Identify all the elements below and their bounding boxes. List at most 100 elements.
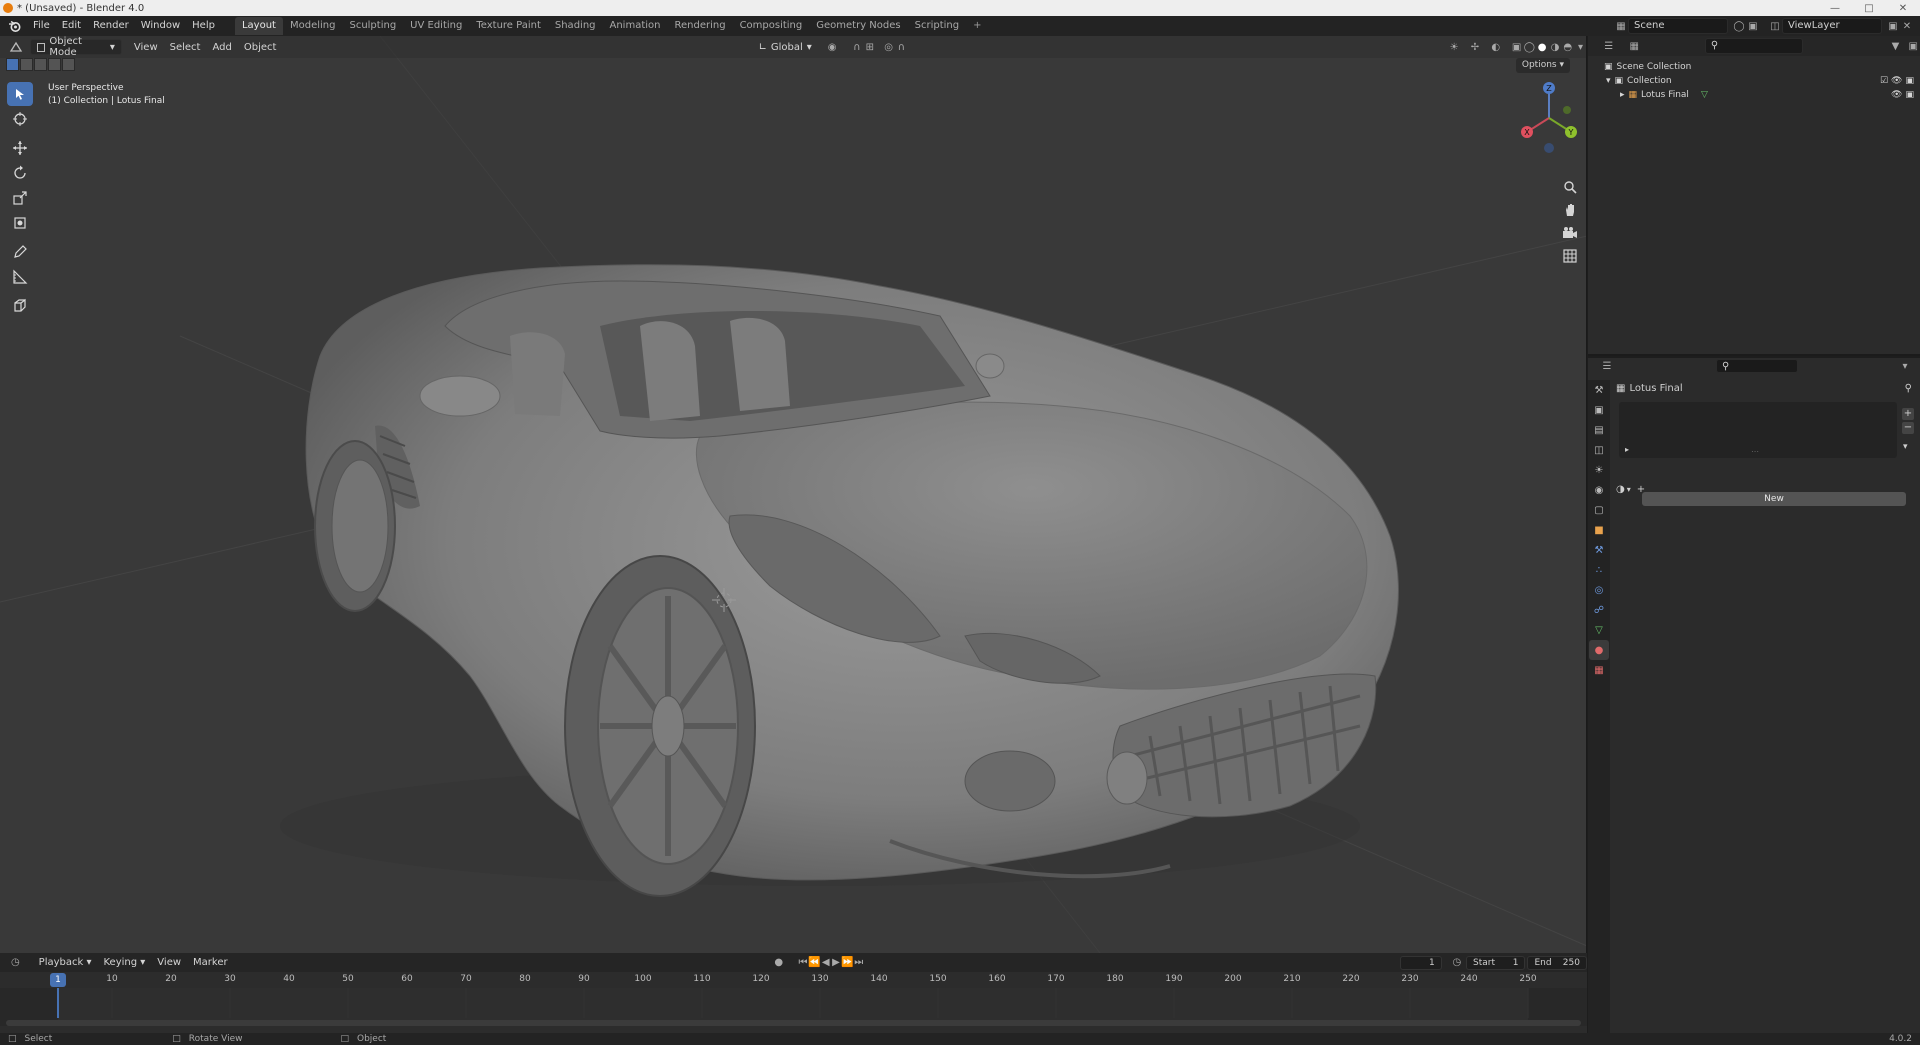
menu-timeline-view[interactable]: View: [151, 955, 187, 971]
pivot-point-icon[interactable]: ◉: [826, 40, 839, 54]
tab-layout[interactable]: Layout: [234, 17, 283, 35]
current-frame-field[interactable]: 1: [1399, 955, 1442, 970]
3d-viewport[interactable]: Object Mode ▾ View Select Add Object ∟ G…: [0, 36, 1587, 953]
snap-icon[interactable]: ∩: [851, 40, 864, 54]
gizmo-neg-y-axis[interactable]: [1563, 106, 1571, 114]
outliner-row-collection[interactable]: ▾ ▣ Collection ☑ 👁 ▣: [1588, 74, 1920, 88]
new-collection-icon[interactable]: ▣: [1906, 39, 1920, 53]
properties-editor-type-icon[interactable]: ☰: [1596, 359, 1618, 373]
auto-keying-record-icon[interactable]: ●: [774, 956, 784, 970]
tab-texture-paint[interactable]: Texture Paint: [469, 17, 548, 35]
menu-add[interactable]: Add: [206, 39, 237, 55]
jump-end-icon[interactable]: ⏭: [854, 956, 864, 970]
jump-start-icon[interactable]: ⏮: [798, 956, 808, 970]
select-new-icon[interactable]: [6, 58, 19, 71]
playhead-frame-indicator[interactable]: 1: [50, 973, 66, 987]
gizmo-neg-z-axis[interactable]: [1544, 143, 1554, 153]
end-frame-field[interactable]: End 250: [1527, 955, 1587, 970]
exclude-checkbox-icon[interactable]: ☑: [1880, 76, 1888, 86]
menu-view[interactable]: View: [128, 39, 164, 55]
object-tab-icon[interactable]: ■: [1589, 520, 1609, 540]
modifier-tab-icon[interactable]: ⚒: [1589, 540, 1609, 560]
close-button[interactable]: ✕: [1886, 0, 1920, 16]
zoom-view-icon[interactable]: [1559, 176, 1581, 198]
tab-scripting[interactable]: Scripting: [908, 17, 966, 35]
timeline-ruler[interactable]: 1 10 20 30 40 50 60 70 80 90 100 110 120…: [0, 972, 1587, 988]
menu-edit[interactable]: Edit: [56, 16, 87, 36]
add-cube-tool[interactable]: [7, 294, 33, 318]
remove-material-slot-icon[interactable]: −: [1902, 422, 1914, 434]
move-tool[interactable]: [7, 136, 33, 160]
menu-render[interactable]: Render: [87, 16, 135, 36]
menu-file[interactable]: File: [27, 16, 56, 36]
view-object-types-icon[interactable]: ☀: [1448, 40, 1461, 54]
select-invert-icon[interactable]: [48, 58, 61, 71]
expand-chevron-icon[interactable]: ▸: [1620, 90, 1625, 100]
shading-rendered-icon[interactable]: ◓: [1561, 40, 1574, 54]
remove-view-layer-icon[interactable]: ✕: [1900, 19, 1914, 33]
shading-wireframe-icon[interactable]: ◯: [1523, 40, 1536, 54]
menu-help[interactable]: Help: [186, 16, 221, 36]
select-box-tool[interactable]: [7, 82, 33, 106]
data-tab-icon[interactable]: ▽: [1589, 620, 1609, 640]
snap-target-icon[interactable]: ⊞: [863, 40, 876, 54]
tab-compositing[interactable]: Compositing: [733, 17, 810, 35]
timeline-scrollbar[interactable]: [6, 1020, 1581, 1026]
maximize-button[interactable]: □: [1852, 0, 1886, 16]
measure-tool[interactable]: [7, 265, 33, 289]
pin-icon[interactable]: ⚲: [1905, 383, 1912, 394]
cursor-tool[interactable]: [7, 107, 33, 131]
new-material-button[interactable]: New: [1642, 492, 1906, 506]
pin-scene-icon[interactable]: ◯: [1732, 19, 1746, 33]
options-button[interactable]: Options ▾: [1515, 58, 1570, 73]
overlay-toggle-icon[interactable]: ◐: [1489, 40, 1502, 54]
play-reverse-icon[interactable]: ◀: [821, 956, 831, 970]
outliner-row-lotus-final[interactable]: ▸ ▦ Lotus Final ▽ 👁 ▣: [1588, 88, 1920, 102]
mesh-data-triangle-icon[interactable]: ▽: [1701, 90, 1708, 100]
list-resize-grip-icon[interactable]: ⋯: [1751, 447, 1759, 456]
xray-toggle-icon[interactable]: ▣: [1510, 40, 1523, 54]
scene-selector[interactable]: Scene: [1628, 18, 1728, 34]
gizmo-toggle-icon[interactable]: ✢: [1469, 40, 1482, 54]
particles-tab-icon[interactable]: ∴: [1589, 560, 1609, 580]
visibility-eye-icon[interactable]: 👁: [1891, 76, 1902, 86]
tab-geometry-nodes[interactable]: Geometry Nodes: [809, 17, 907, 35]
tab-modeling[interactable]: Modeling: [283, 17, 343, 35]
expand-chevron-icon[interactable]: ▾: [1606, 76, 1611, 86]
constraints-tab-icon[interactable]: ☍: [1589, 600, 1609, 620]
menu-window[interactable]: Window: [135, 16, 186, 36]
world-tab-icon[interactable]: ◉: [1589, 480, 1609, 500]
annotate-tool[interactable]: [7, 240, 33, 264]
material-slot-list[interactable]: ▸ ⋯: [1619, 402, 1897, 458]
mode-selector[interactable]: Object Mode ▾: [30, 36, 122, 58]
outliner-search-input[interactable]: ⚲: [1704, 38, 1803, 54]
render-camera-icon[interactable]: ▣: [1905, 90, 1914, 100]
car-model[interactable]: [280, 264, 1399, 897]
view-layer-tab-icon[interactable]: ◫: [1589, 440, 1609, 460]
jump-keyframe-forward-icon[interactable]: ⏩: [841, 956, 853, 970]
properties-search-input[interactable]: ⚲: [1716, 359, 1798, 373]
viewport-scene[interactable]: [0, 36, 1587, 953]
orthographic-toggle-icon[interactable]: [1559, 245, 1581, 267]
menu-object[interactable]: Object: [238, 39, 283, 55]
preview-range-clock-icon[interactable]: ◷: [1452, 956, 1462, 970]
proportional-edit-icon[interactable]: ◎: [882, 40, 895, 54]
output-tab-icon[interactable]: ▤: [1589, 420, 1609, 440]
outliner-editor-type-icon[interactable]: ☰: [1598, 39, 1619, 53]
view-layer-selector[interactable]: ViewLayer: [1782, 18, 1882, 34]
view-layer-icon[interactable]: ◫: [1768, 19, 1782, 33]
jump-keyframe-back-icon[interactable]: ⏪: [808, 956, 820, 970]
material-tab-icon[interactable]: ●: [1589, 640, 1609, 660]
physics-tab-icon[interactable]: ◎: [1589, 580, 1609, 600]
shading-options-chevron-icon[interactable]: ▾: [1574, 40, 1586, 54]
blender-logo-icon[interactable]: [7, 19, 21, 33]
pan-view-icon[interactable]: [1559, 199, 1581, 221]
menu-playback[interactable]: Playback ▾: [33, 955, 98, 971]
texture-tab-icon[interactable]: ▦: [1589, 660, 1609, 680]
tab-rendering[interactable]: Rendering: [667, 17, 732, 35]
render-tab-icon[interactable]: ▣: [1589, 400, 1609, 420]
render-camera-icon[interactable]: ▣: [1905, 76, 1914, 86]
visibility-eye-icon[interactable]: 👁: [1891, 90, 1902, 100]
add-material-slot-icon[interactable]: +: [1902, 408, 1914, 420]
material-specials-chevron-icon[interactable]: ▾: [1903, 442, 1908, 452]
